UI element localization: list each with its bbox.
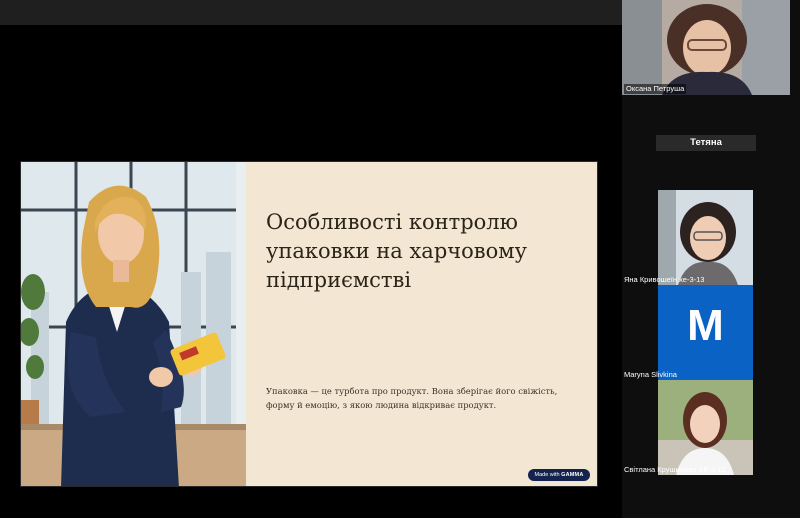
slide-body-text: Упаковка — це турбота про продукт. Вона … xyxy=(266,386,558,410)
participant-tile[interactable] xyxy=(658,380,753,475)
participant-name: Maryna Slivkina xyxy=(624,370,677,379)
participant-tile[interactable]: Тетяна xyxy=(656,135,756,151)
participant-video xyxy=(622,0,790,95)
participant-name: Оксана Петруша xyxy=(624,84,687,94)
badge-prefix: Made with xyxy=(534,472,560,478)
made-with-badge[interactable]: Made with GAMMA xyxy=(528,469,590,481)
shared-slide: Особливості контролю упаковки на харчово… xyxy=(20,161,598,487)
badge-brand: GAMMA xyxy=(561,472,584,478)
participant-tile[interactable]: M xyxy=(658,285,753,380)
participant-tile[interactable]: Оксана Петруша xyxy=(622,0,790,95)
businesswoman-illustration xyxy=(21,162,246,486)
avatar-initial: M xyxy=(687,301,724,350)
participant-name: Світлана Крушилова ХЕ-3-12 xyxy=(624,465,726,474)
participant-name: Яна Кривошеїн хе-3-13 xyxy=(624,275,705,284)
participant-video xyxy=(658,190,753,285)
participant-video xyxy=(658,380,753,475)
participant-tile[interactable] xyxy=(658,190,753,285)
slide-title: Особливості контролю упаковки на харчово… xyxy=(266,210,527,292)
participant-name: Тетяна xyxy=(690,137,722,148)
